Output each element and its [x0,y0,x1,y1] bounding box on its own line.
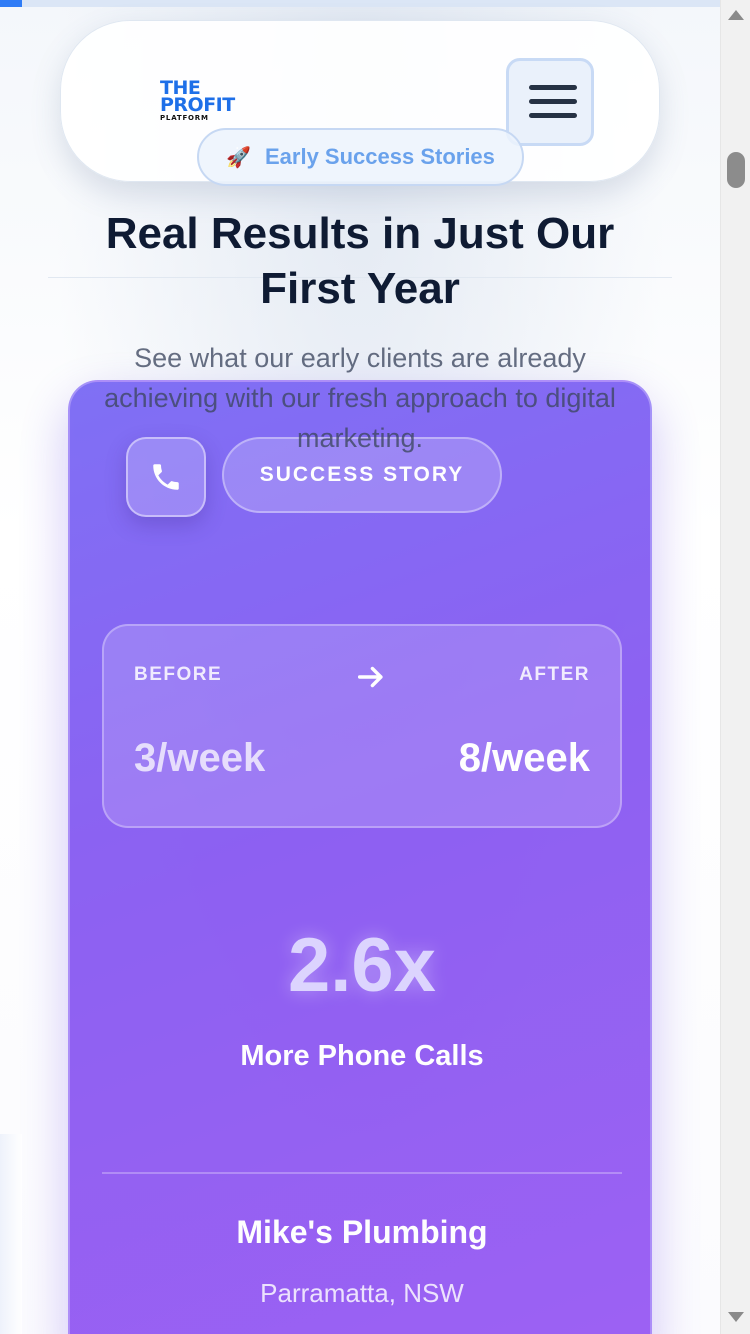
vertical-scrollbar[interactable] [720,0,750,1334]
scroll-progress-track [0,0,720,7]
page-title: Real Results in Just Our First Year [105,209,615,313]
growth-multiplier: 2.6x [288,923,436,1008]
phone-icon [153,464,179,490]
client-location: Parramatta, NSW [260,1278,464,1308]
after-label: AFTER [519,664,590,685]
before-after-panel: BEFORE AFTER 3/week 8/week [102,624,622,828]
before-value: 3/week [134,736,266,780]
after-value: 8/week [458,736,590,780]
divider [102,1172,622,1174]
scrollbar-thumb[interactable] [727,152,745,188]
page-subtitle: See what our early clients are already a… [104,343,616,453]
success-story-card: SUCCESS STORY BEFORE AFTER 3/week 8/week… [68,380,652,1334]
logo-text-profit: PROFIT [160,94,235,116]
page: THE PROFIT PLATFORM 🚀 Early Success Stor… [0,0,720,1334]
before-label: BEFORE [134,664,223,685]
growth-metric-label: More Phone Calls [240,1040,484,1072]
scroll-up-arrow-icon[interactable] [728,10,744,20]
scroll-progress-fill [0,0,22,7]
side-accent [0,1134,22,1334]
menu-button[interactable] [506,58,594,146]
scroll-down-arrow-icon[interactable] [728,1312,744,1322]
section-badge-label: Early Success Stories [264,144,495,169]
arrow-right-icon [357,666,383,688]
rocket-icon: 🚀 [226,146,251,169]
client-name: Mike's Plumbing [236,1214,488,1250]
section-badge: 🚀 Early Success Stories [197,128,524,186]
